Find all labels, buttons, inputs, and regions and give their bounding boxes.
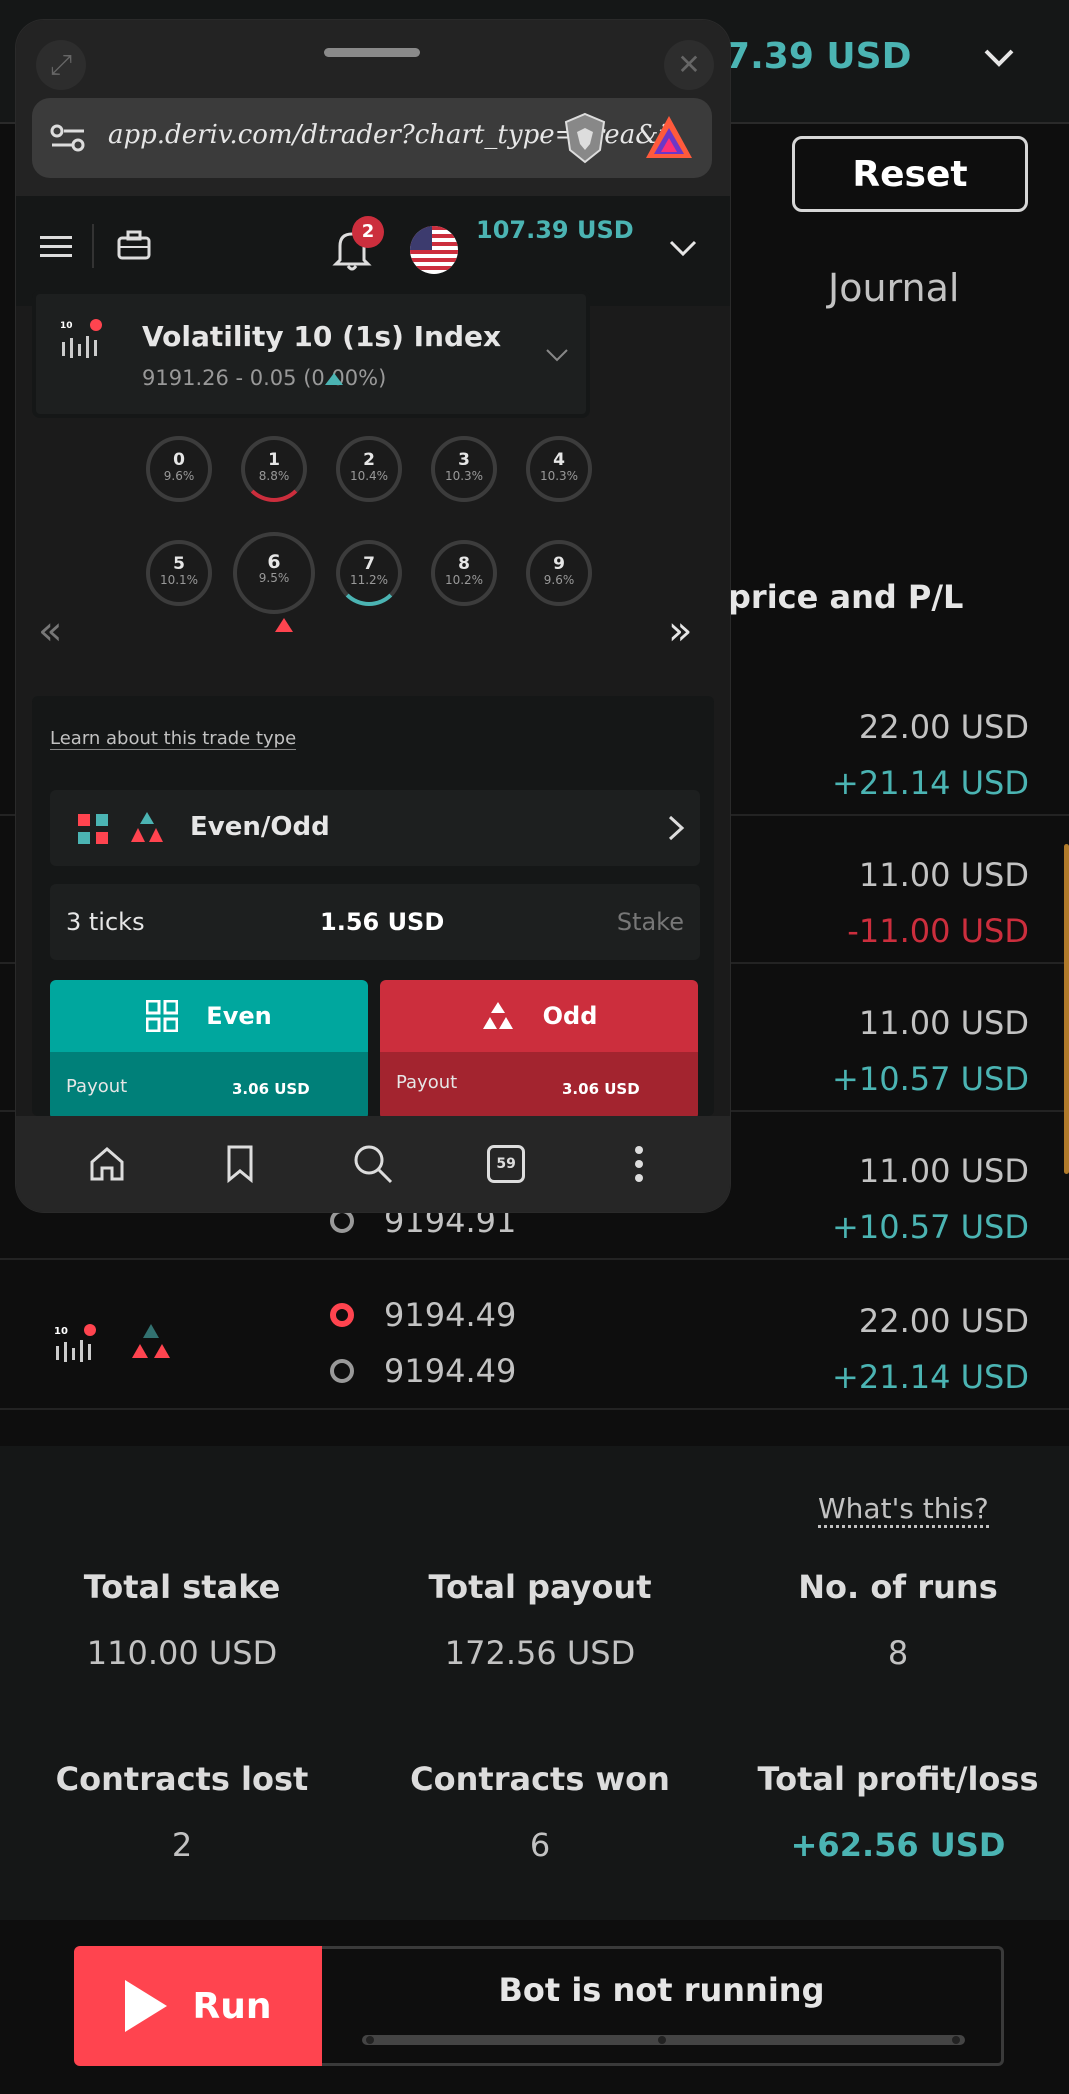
entry-spot-icon	[330, 1303, 354, 1327]
account-balance-popup[interactable]: 107.39 USD	[476, 216, 634, 244]
digit-stat-current: 6 9.5%	[233, 532, 315, 614]
last-digit-pointer-icon	[275, 618, 293, 632]
chevron-down-icon[interactable]	[668, 238, 698, 258]
browser-bottom-bar: 59	[16, 1116, 730, 1212]
volatility-index-icon: 10	[60, 319, 102, 358]
svg-text:10: 10	[60, 321, 73, 331]
close-icon[interactable]: ✕	[664, 40, 714, 90]
stake-label: Stake	[616, 908, 684, 936]
digit-stat: 4 10.3%	[526, 436, 592, 502]
digit-stat: 8 10.2%	[431, 540, 497, 606]
notification-badge: 2	[352, 216, 384, 248]
play-icon	[124, 1980, 167, 2032]
tab-journal[interactable]: Journal	[828, 266, 959, 310]
total-stake: Total stake 110.00 USD	[83, 1568, 281, 1672]
buy-price: 11.00 USD	[858, 1152, 1029, 1190]
learn-trade-type-link[interactable]: Learn about this trade type	[50, 728, 297, 750]
profit-loss: -11.00 USD	[847, 912, 1029, 950]
reset-button[interactable]: Reset	[792, 136, 1028, 212]
home-icon[interactable]	[79, 1136, 135, 1192]
volatility-index-icon: 10	[54, 1324, 96, 1362]
digit-stat: 5 10.1%	[146, 540, 212, 606]
trade-type-label: Even/Odd	[190, 812, 330, 842]
tabs-icon[interactable]: 59	[478, 1136, 534, 1192]
double-chevron-left-icon[interactable]: «	[38, 608, 62, 654]
buy-odd-button[interactable]: Odd Payout 3.06 USD	[380, 980, 698, 1120]
run-button[interactable]: Run	[74, 1946, 322, 2066]
number-of-runs: No. of runs 8	[798, 1568, 998, 1672]
double-chevron-right-icon[interactable]: »	[668, 608, 692, 654]
expand-icon[interactable]: ⤢	[36, 40, 86, 90]
account-balance[interactable]: 07.39 USD	[700, 36, 911, 77]
drag-handle[interactable]	[324, 48, 420, 57]
progress-track	[362, 2035, 965, 2045]
odd-icon	[131, 812, 163, 842]
bookmark-icon[interactable]	[212, 1136, 268, 1192]
exit-spot-icon	[330, 1209, 354, 1233]
search-icon[interactable]	[345, 1136, 401, 1192]
buy-price: 22.00 USD	[858, 708, 1029, 746]
total-profit-loss: Total profit/loss +62.56 USD	[757, 1760, 1039, 1864]
bot-status-text: Bot is not running	[498, 1971, 825, 2009]
site-settings-icon[interactable]	[50, 122, 86, 154]
buy-price: 11.00 USD	[858, 1004, 1029, 1042]
chevron-down-icon[interactable]	[982, 40, 1016, 74]
exit-tick: 9194.49	[330, 1352, 516, 1390]
odd-contract-icon	[132, 1324, 170, 1358]
odd-payout: 3.06 USD	[562, 1080, 640, 1098]
exit-spot-icon	[330, 1359, 354, 1383]
chevron-down-icon	[546, 349, 568, 362]
buy-price: 22.00 USD	[858, 1302, 1029, 1340]
profit-loss: +10.57 USD	[832, 1060, 1029, 1098]
market-name: Volatility 10 (1s) Index	[142, 320, 502, 353]
digit-stat: 9 9.6%	[526, 540, 592, 606]
portfolio-icon[interactable]	[116, 230, 152, 262]
digit-stat: 3 10.3%	[431, 436, 497, 502]
digit-stat: 2 10.4%	[336, 436, 402, 502]
contract-icons: 10	[52, 1320, 176, 1370]
brave-rewards-icon[interactable]	[644, 114, 694, 160]
profit-loss: +21.14 USD	[832, 1358, 1029, 1396]
even-icon	[78, 814, 108, 844]
menu-icon[interactable]	[40, 234, 72, 260]
brave-shield-icon[interactable]	[562, 112, 608, 164]
contracts-won: Contracts won 6	[410, 1760, 670, 1864]
trade-params-panel: Learn about this trade type Even/Odd 3 t…	[32, 696, 714, 1120]
entry-tick: 9194.49	[330, 1296, 516, 1334]
digit-stat: 0 9.6%	[146, 436, 212, 502]
even-payout: 3.06 USD	[232, 1080, 310, 1098]
price-up-icon	[325, 373, 343, 385]
digit-stat: 1 8.8%	[241, 436, 307, 502]
us-flag-icon	[410, 226, 458, 274]
scrollbar[interactable]	[1064, 844, 1069, 1174]
market-price: 9191.26 - 0.05 (0.00%)	[142, 366, 387, 390]
whats-this-link[interactable]: What's this?	[818, 1492, 989, 1528]
buy-even-button[interactable]: Even Payout 3.06 USD	[50, 980, 368, 1120]
buy-price: 11.00 USD	[858, 856, 1029, 894]
browser-popup-window: ⤢ ✕ app.deriv.com/dtrader?chart_type=are…	[16, 20, 730, 1212]
market-selector[interactable]: 10 Volatility 10 (1s) Index 9191.26 - 0.…	[32, 290, 590, 418]
more-options-icon[interactable]	[611, 1136, 667, 1192]
bot-status: Bot is not running	[322, 1946, 1004, 2066]
profit-loss: +10.57 USD	[832, 1208, 1029, 1246]
contracts-lost: Contracts lost 2	[55, 1760, 309, 1864]
digit-stat: 7 11.2%	[336, 540, 402, 606]
chevron-right-icon	[668, 815, 685, 841]
odd-icon	[482, 1002, 513, 1029]
duration-stake-row[interactable]: 3 ticks 1.56 USD Stake	[50, 884, 700, 960]
trade-type-selector[interactable]: Even/Odd	[50, 790, 700, 866]
address-bar[interactable]: app.deriv.com/dtrader?chart_type=area&i	[32, 98, 712, 178]
profit-loss: +21.14 USD	[832, 764, 1029, 802]
svg-text:10: 10	[54, 1326, 68, 1337]
duration[interactable]: 3 ticks	[66, 908, 145, 936]
even-icon	[146, 1000, 179, 1032]
stake-amount[interactable]: 1.56 USD	[320, 908, 444, 936]
total-payout: Total payout 172.56 USD	[428, 1568, 652, 1672]
column-header-price-pl: price and P/L	[728, 578, 964, 616]
